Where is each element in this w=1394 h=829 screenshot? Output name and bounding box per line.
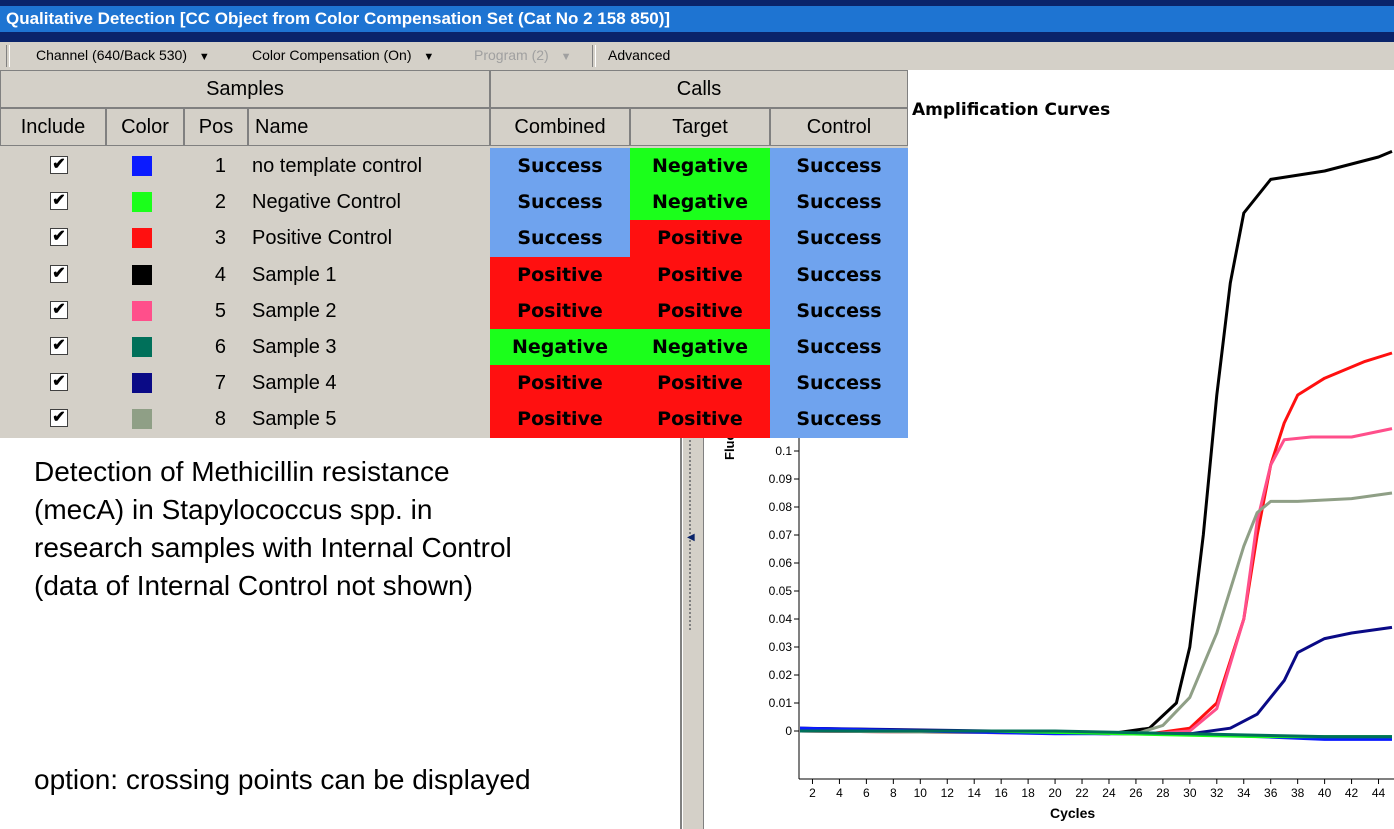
include-checkbox[interactable]: ✔ xyxy=(50,192,68,211)
advanced-button[interactable]: Advanced xyxy=(608,47,670,63)
color-swatch[interactable] xyxy=(132,156,152,176)
x-axis-label: Cycles xyxy=(1050,805,1096,821)
include-checkbox[interactable]: ✔ xyxy=(50,409,68,428)
group-header-calls: Calls xyxy=(490,70,908,108)
combined-call-cell: Success xyxy=(490,220,630,257)
sample-name-cell: Sample 3 xyxy=(252,336,337,358)
target-call-cell: Negative xyxy=(630,184,770,221)
control-call-cell: Success xyxy=(770,401,908,438)
combined-call-cell: Negative xyxy=(490,329,630,366)
program-dropdown[interactable]: Program (2) ▼ xyxy=(474,47,571,63)
control-call-cell: Success xyxy=(770,184,908,221)
column-header-include[interactable]: Include xyxy=(0,108,106,146)
chevron-down-icon: ▼ xyxy=(198,51,210,63)
column-header-target[interactable]: Target xyxy=(630,108,770,146)
include-checkbox[interactable]: ✔ xyxy=(50,264,68,283)
position-cell: 6 xyxy=(214,336,226,358)
sample-name-cell: Positive Control xyxy=(252,227,393,250)
target-call-cell: Positive xyxy=(630,256,770,293)
caption-line-2: (mecA) in Stapylococcus spp. in xyxy=(34,494,433,525)
combined-call-cell: Positive xyxy=(490,292,630,329)
position-cell: 4 xyxy=(214,263,226,286)
combined-call-cell: Positive xyxy=(490,401,630,438)
caption-line-1: Detection of Methicillin resistance xyxy=(34,456,450,487)
target-call-cell: Positive xyxy=(630,401,770,438)
include-checkbox[interactable]: ✔ xyxy=(50,300,68,319)
sample-name-cell: Sample 1 xyxy=(252,263,337,286)
position-cell: 1 xyxy=(214,155,226,177)
results-grid: Samples Calls Include Color Pos Name Com… xyxy=(0,70,908,438)
target-call-cell: Positive xyxy=(630,220,770,257)
chevron-down-icon: ▼ xyxy=(560,51,572,63)
arrow-left-icon[interactable]: ◀ xyxy=(687,532,695,543)
option-caption: option: crossing points can be displayed xyxy=(34,764,531,795)
sample-name-cell: no template control xyxy=(252,155,423,177)
column-header-combined[interactable]: Combined xyxy=(490,108,630,146)
combined-call-cell: Positive xyxy=(490,256,630,293)
column-header-control[interactable]: Control xyxy=(770,108,908,146)
column-header-pos[interactable]: Pos xyxy=(184,108,248,146)
color-swatch[interactable] xyxy=(132,337,152,357)
control-call-cell: Success xyxy=(770,256,908,293)
caption-line-4: (data of Internal Control not shown) xyxy=(34,570,473,601)
target-call-cell: Negative xyxy=(630,329,770,366)
include-checkbox[interactable]: ✔ xyxy=(50,156,68,174)
position-cell: 5 xyxy=(214,299,226,322)
column-header-name[interactable]: Name xyxy=(248,108,490,146)
caption-line-3: research samples with Internal Control xyxy=(34,532,512,563)
toolbar-separator xyxy=(6,45,10,67)
column-header-color[interactable]: Color xyxy=(106,108,184,146)
include-checkbox[interactable]: ✔ xyxy=(50,373,68,392)
color-swatch[interactable] xyxy=(132,373,152,394)
group-header-samples: Samples xyxy=(0,70,490,108)
chevron-down-icon: ▼ xyxy=(423,51,435,63)
target-call-cell: Negative xyxy=(630,148,770,185)
window-titlebar: Qualitative Detection [CC Object from Co… xyxy=(0,0,1394,42)
include-checkbox[interactable]: ✔ xyxy=(50,228,68,247)
control-call-cell: Success xyxy=(770,220,908,257)
toolbar-separator xyxy=(592,45,596,67)
channel-label: Channel (640/Back 530) xyxy=(36,47,187,63)
color-compensation-label: Color Compensation (On) xyxy=(252,47,412,63)
target-call-cell: Positive xyxy=(630,292,770,329)
sample-name-cell: Sample 4 xyxy=(252,372,337,395)
sample-name-cell: Negative Control xyxy=(252,191,401,214)
combined-call-cell: Success xyxy=(490,148,630,185)
include-checkbox[interactable]: ✔ xyxy=(50,337,68,355)
toolbar: Channel (640/Back 530) ▼ Color Compensat… xyxy=(0,42,1394,71)
position-cell: 3 xyxy=(214,227,226,250)
chart-title: Amplification Curves xyxy=(912,100,1111,120)
combined-call-cell: Positive xyxy=(490,365,630,402)
color-swatch[interactable] xyxy=(132,409,152,430)
control-call-cell: Success xyxy=(770,329,908,366)
target-call-cell: Positive xyxy=(630,365,770,402)
channel-dropdown[interactable]: Channel (640/Back 530) ▼ xyxy=(36,47,210,63)
position-cell: 2 xyxy=(214,191,226,214)
program-label: Program (2) xyxy=(474,47,549,63)
color-compensation-dropdown[interactable]: Color Compensation (On) ▼ xyxy=(252,47,434,63)
position-cell: 7 xyxy=(214,372,226,395)
color-swatch[interactable] xyxy=(132,192,152,213)
window-title: Qualitative Detection [CC Object from Co… xyxy=(0,6,1394,32)
color-swatch[interactable] xyxy=(132,228,152,249)
control-call-cell: Success xyxy=(770,365,908,402)
control-call-cell: Success xyxy=(770,292,908,329)
color-swatch[interactable] xyxy=(132,264,152,285)
control-call-cell: Success xyxy=(770,148,908,185)
color-swatch[interactable] xyxy=(132,300,152,321)
combined-call-cell: Success xyxy=(490,184,630,221)
position-cell: 8 xyxy=(214,408,226,431)
sample-name-cell: Sample 5 xyxy=(252,408,337,431)
sample-name-cell: Sample 2 xyxy=(252,299,337,322)
